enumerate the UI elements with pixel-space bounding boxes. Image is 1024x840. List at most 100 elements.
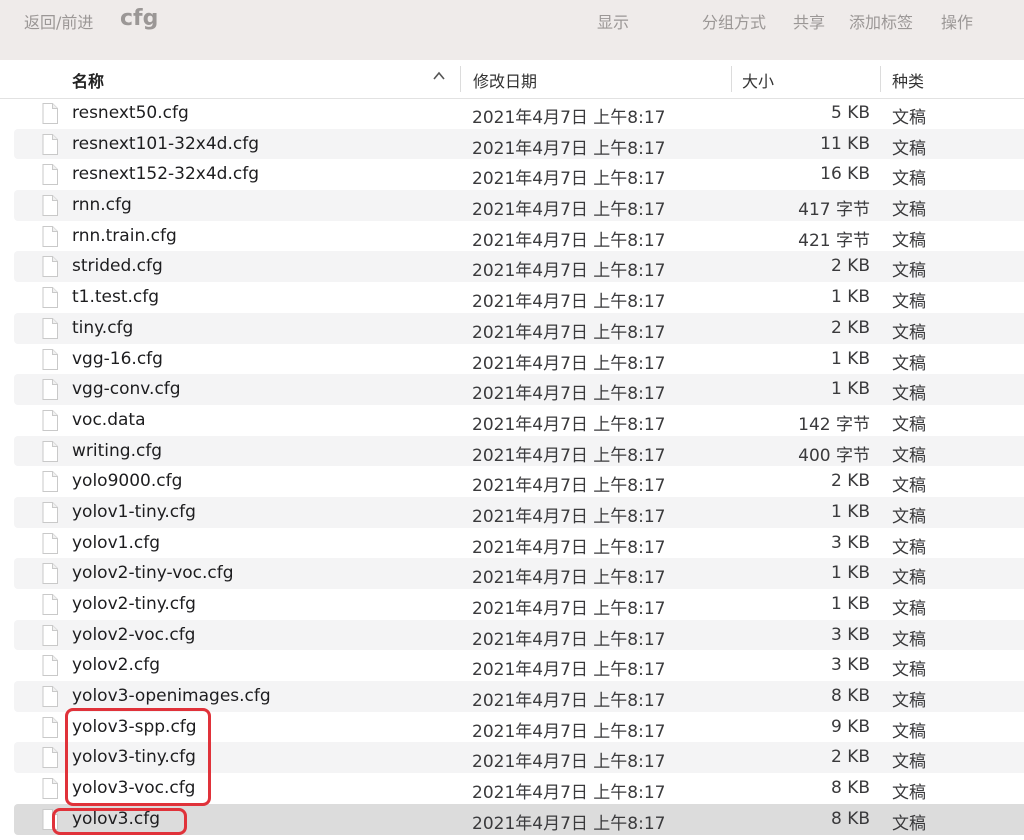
file-size: 2 KB: [830, 317, 870, 338]
column-size[interactable]: 大小: [742, 68, 774, 92]
file-size: 417 字节: [798, 200, 870, 221]
file-name: yolov2-tiny.cfg: [72, 594, 196, 614]
column-divider[interactable]: [880, 66, 881, 92]
file-row[interactable]: yolov1.cfg 2021年4月7日 上午8:17 3 KB 文稿: [0, 528, 1024, 559]
file-date: 2021年4月7日 上午8:17: [472, 599, 666, 619]
file-size: 400 字节: [798, 445, 870, 466]
annotation-highlight-group: [65, 708, 211, 806]
file-kind: 文稿: [892, 414, 926, 435]
file-size: 142 字节: [798, 414, 870, 435]
file-date: 2021年4月7日 上午8:17: [472, 322, 666, 343]
column-header: 名称 修改日期 大小 种类: [0, 60, 1024, 99]
file-size: 1 KB: [830, 379, 870, 400]
file-row[interactable]: tiny.cfg 2021年4月7日 上午8:17 2 KB 文稿: [0, 312, 1024, 344]
back-forward-button[interactable]: 返回/前进: [24, 9, 93, 33]
file-row[interactable]: rnn.cfg 2021年4月7日 上午8:17 417 字节 文稿: [0, 190, 1024, 221]
file-name: yolov1-tiny.cfg: [72, 501, 196, 522]
file-date: 2021年4月7日 上午8:17: [472, 660, 666, 681]
file-kind: 文稿: [892, 353, 926, 374]
column-kind[interactable]: 种类: [892, 68, 924, 92]
file-size: 1 KB: [830, 348, 870, 369]
file-name: yolov2-voc.cfg: [72, 624, 196, 645]
file-name: tiny.cfg: [72, 317, 134, 338]
document-icon: [42, 501, 58, 523]
document-icon: [42, 686, 58, 708]
file-row[interactable]: writing.cfg 2021年4月7日 上午8:17 400 字节 文稿: [0, 435, 1024, 467]
file-name: t1.test.cfg: [72, 287, 160, 308]
document-icon: [42, 348, 58, 370]
file-size: 1 KB: [830, 563, 870, 584]
file-date: 2021年4月7日 上午8:17: [472, 138, 666, 159]
file-row[interactable]: vgg-16.cfg 2021年4月7日 上午8:17 1 KB 文稿: [0, 344, 1024, 375]
file-name: yolov1.cfg: [72, 532, 160, 553]
document-icon: [42, 103, 58, 124]
file-name: strided.cfg: [72, 256, 163, 277]
file-row[interactable]: voc.data 2021年4月7日 上午8:17 142 字节 文稿: [0, 405, 1024, 436]
document-icon: [42, 716, 58, 738]
file-size: 8 KB: [830, 778, 870, 799]
document-icon: [42, 409, 58, 431]
file-row[interactable]: t1.test.cfg 2021年4月7日 上午8:17 1 KB 文稿: [0, 282, 1024, 313]
document-icon: [42, 594, 58, 615]
file-date: 2021年4月7日 上午8:17: [472, 537, 666, 558]
file-size: 5 KB: [830, 103, 870, 123]
document-icon: [42, 225, 58, 247]
file-date: 2021年4月7日 上午8:17: [472, 169, 666, 190]
file-date: 2021年4月7日 上午8:17: [472, 691, 666, 712]
document-icon: [42, 440, 58, 462]
group-by-button[interactable]: 分组方式: [702, 9, 766, 33]
share-button[interactable]: 共享: [793, 9, 825, 33]
file-size: 2 KB: [830, 256, 870, 277]
column-divider[interactable]: [460, 66, 461, 92]
file-date: 2021年4月7日 上午8:17: [472, 445, 666, 466]
file-size: 2 KB: [830, 471, 870, 492]
file-kind: 文稿: [892, 138, 926, 159]
file-kind: 文稿: [892, 537, 926, 558]
file-row[interactable]: vgg-conv.cfg 2021年4月7日 上午8:17 1 KB 文稿: [0, 374, 1024, 405]
file-size: 1 KB: [830, 594, 870, 614]
file-kind: 文稿: [892, 108, 926, 128]
file-date: 2021年4月7日 上午8:17: [472, 752, 666, 773]
view-button[interactable]: 显示: [597, 9, 629, 33]
file-kind: 文稿: [892, 660, 926, 681]
file-kind: 文稿: [892, 169, 926, 190]
file-row[interactable]: resnext50.cfg 2021年4月7日 上午8:17 5 KB 文稿: [0, 98, 1024, 129]
folder-title: cfg: [120, 6, 159, 31]
file-name: yolo9000.cfg: [72, 471, 183, 492]
file-date: 2021年4月7日 上午8:17: [472, 783, 666, 804]
file-kind: 文稿: [892, 200, 926, 221]
column-name[interactable]: 名称: [72, 68, 104, 92]
file-row[interactable]: yolov2-tiny-voc.cfg 2021年4月7日 上午8:17 1 KB 文…: [0, 558, 1024, 589]
file-row[interactable]: yolov2-tiny.cfg 2021年4月7日 上午8:17 1 KB 文稿: [0, 589, 1024, 620]
file-date: 2021年4月7日 上午8:17: [472, 813, 666, 834]
file-date: 2021年4月7日 上午8:17: [472, 721, 666, 742]
column-divider[interactable]: [731, 66, 732, 92]
file-row[interactable]: resnext101-32x4d.cfg 2021年4月7日 上午8:17 11 K…: [0, 128, 1024, 160]
file-date: 2021年4月7日 上午8:17: [472, 414, 666, 435]
file-row[interactable]: rnn.train.cfg 2021年4月7日 上午8:17 421 字节 文稿: [0, 221, 1024, 252]
file-name: resnext101-32x4d.cfg: [72, 133, 259, 154]
file-row[interactable]: yolov2-voc.cfg 2021年4月7日 上午8:17 3 KB 文稿: [0, 619, 1024, 651]
file-name: yolov2-tiny-voc.cfg: [72, 563, 234, 584]
file-kind: 文稿: [892, 322, 926, 343]
file-name: yolov3-openimages.cfg: [72, 686, 271, 707]
add-tags-button[interactable]: 添加标签: [849, 9, 913, 33]
file-kind: 文稿: [892, 506, 926, 527]
file-date: 2021年4月7日 上午8:17: [472, 476, 666, 497]
file-row[interactable]: yolo9000.cfg 2021年4月7日 上午8:17 2 KB 文稿: [0, 466, 1024, 497]
file-size: 9 KB: [830, 716, 870, 737]
file-row[interactable]: yolov2.cfg 2021年4月7日 上午8:17 3 KB 文稿: [0, 650, 1024, 681]
file-kind: 文稿: [892, 476, 926, 497]
column-date[interactable]: 修改日期: [473, 68, 537, 92]
document-icon: [42, 133, 58, 155]
file-kind: 文稿: [892, 629, 926, 650]
file-row[interactable]: yolov1-tiny.cfg 2021年4月7日 上午8:17 1 KB 文稿: [0, 496, 1024, 528]
action-button[interactable]: 操作: [941, 9, 973, 33]
file-date: 2021年4月7日 上午8:17: [472, 568, 666, 589]
file-row[interactable]: strided.cfg 2021年4月7日 上午8:17 2 KB 文稿: [0, 251, 1024, 282]
file-row[interactable]: resnext152-32x4d.cfg 2021年4月7日 上午8:17 16 K…: [0, 159, 1024, 190]
file-kind: 文稿: [892, 721, 926, 742]
file-size: 2 KB: [830, 747, 870, 768]
chevron-up-icon[interactable]: [431, 68, 447, 84]
file-size: 1 KB: [830, 287, 870, 308]
